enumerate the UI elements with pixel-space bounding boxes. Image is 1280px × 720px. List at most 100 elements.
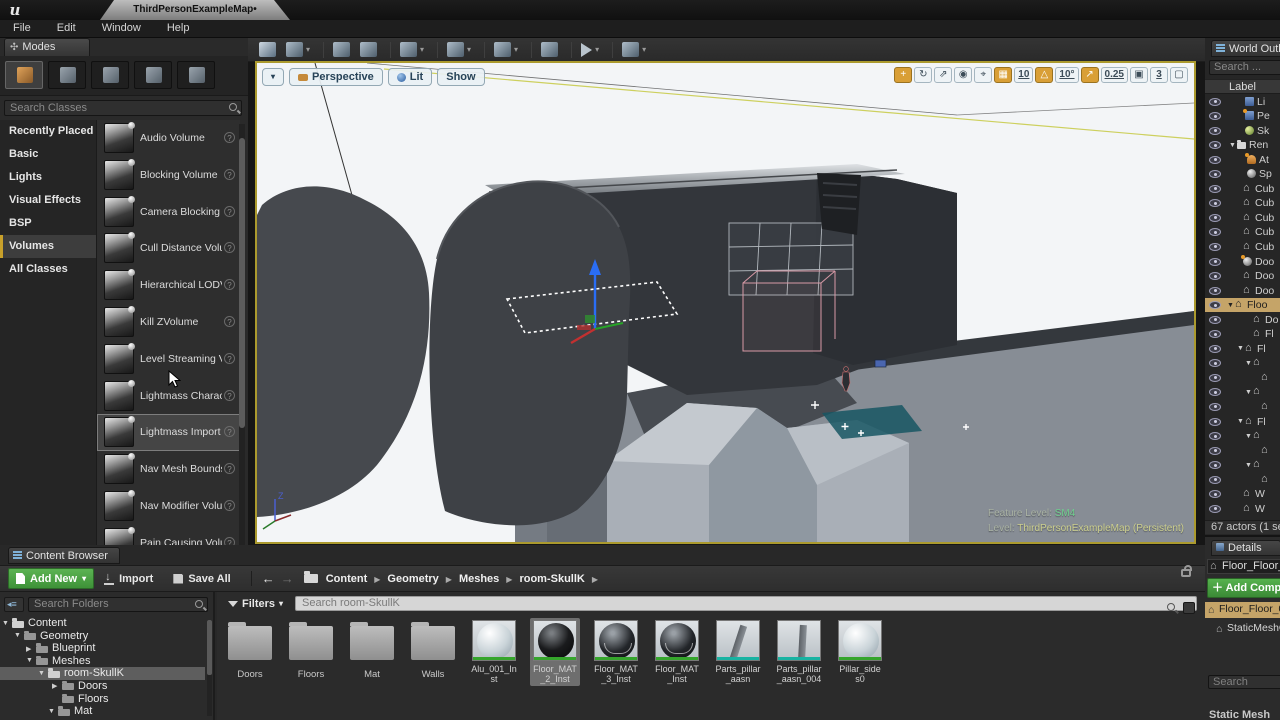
asset-Alu_001_Inst[interactable]: Alu_001_Inst	[469, 618, 519, 686]
volumes-scrollbar[interactable]	[239, 124, 245, 545]
asset-Floor_MAT_3_Inst[interactable]: Floor_MAT_3_Inst	[591, 618, 641, 686]
category-bsp[interactable]: BSP	[0, 212, 96, 235]
menu-item-help[interactable]: Help	[154, 20, 203, 36]
visibility-eye-icon[interactable]	[1209, 374, 1221, 382]
scale-tool-button[interactable]: ⇗	[934, 67, 952, 83]
outliner-label-column-header[interactable]: Label	[1205, 79, 1280, 94]
cinematics-button[interactable]: ▾	[491, 40, 521, 59]
outliner-row[interactable]: Pe	[1205, 109, 1280, 124]
menu-item-file[interactable]: File	[0, 20, 44, 36]
volume-item[interactable]: Blocking Volume?	[97, 157, 240, 194]
visibility-eye-icon[interactable]	[1209, 156, 1221, 164]
outliner-row[interactable]: Doo	[1205, 254, 1280, 269]
folder-tree-item-room-skullk[interactable]: ▼room-SkullK	[0, 667, 205, 680]
asset-Parts_pillar_aasn_004[interactable]: Parts_pillar_aasn_004	[774, 618, 824, 686]
content-browser-button[interactable]	[330, 40, 353, 59]
landscape-mode-tab[interactable]	[91, 61, 129, 89]
outliner-row[interactable]: ▼⌂	[1205, 458, 1280, 473]
visibility-eye-icon[interactable]	[1209, 476, 1221, 484]
outliner-row[interactable]: ⌂Doo	[1205, 283, 1280, 298]
menu-item-window[interactable]: Window	[89, 20, 154, 36]
visibility-eye-icon[interactable]	[1209, 432, 1221, 440]
expand-arrow-icon[interactable]: ▼	[1245, 462, 1252, 469]
add-new-button[interactable]: Add New▾	[8, 568, 94, 589]
blue-box-prop[interactable]	[875, 360, 886, 367]
outliner-row[interactable]: ⌂Cub	[1205, 239, 1280, 254]
visibility-eye-icon[interactable]	[1209, 301, 1221, 309]
visibility-eye-icon[interactable]	[1209, 403, 1221, 411]
add-component-button[interactable]: ＋ Add Compo	[1207, 578, 1280, 598]
visibility-eye-icon[interactable]	[1209, 447, 1221, 455]
world-local-toggle[interactable]: ◉	[954, 67, 972, 83]
expand-arrow-icon[interactable]: ▶	[52, 682, 57, 690]
rotate-tool-button[interactable]: ↻	[914, 67, 932, 83]
category-lights[interactable]: Lights	[0, 166, 96, 189]
outliner-row[interactable]: ⌂Cub	[1205, 196, 1280, 211]
rotation-snap-value[interactable]: 10°	[1055, 67, 1078, 83]
expand-arrow-icon[interactable]: ▼	[1245, 433, 1252, 440]
import-button[interactable]: Import	[94, 568, 163, 589]
perspective-button[interactable]: Perspective	[289, 68, 383, 86]
folder-tree-item-mat[interactable]: ▼Mat	[0, 705, 205, 718]
asset-Floor_MAT_2_Inst[interactable]: Floor_MAT_2_Inst	[530, 618, 580, 686]
breadcrumb-item-geometry[interactable]: Geometry	[383, 573, 442, 585]
view-options-button[interactable]	[1183, 602, 1195, 614]
visibility-eye-icon[interactable]	[1209, 272, 1221, 280]
volume-item[interactable]: Audio Volume?	[97, 120, 240, 157]
outliner-row[interactable]: ⌂	[1205, 472, 1280, 487]
viewport[interactable]: Z ▾ Perspective Lit Show + ↻ ⇗ ◉ ⌖ ▦ 10 …	[255, 61, 1196, 544]
outliner-row[interactable]: ⌂Cub	[1205, 225, 1280, 240]
outliner-row[interactable]: ⌂Do	[1205, 312, 1280, 327]
geometry-mode-tab[interactable]	[177, 61, 215, 89]
visibility-eye-icon[interactable]	[1209, 214, 1221, 222]
root-component-row[interactable]: ⌂Floor_Floor_0	[1205, 602, 1280, 618]
category-volumes[interactable]: Volumes	[0, 235, 96, 258]
volume-item[interactable]: Pain Causing Volu?	[97, 525, 240, 545]
outliner-row[interactable]: ⌂Cub	[1205, 181, 1280, 196]
save-button[interactable]	[256, 40, 279, 59]
show-button[interactable]: Show	[437, 68, 484, 86]
search-folders-input[interactable]: Search Folders	[28, 597, 208, 612]
asset-folder-floors[interactable]: Floors	[286, 618, 336, 686]
visibility-eye-icon[interactable]	[1209, 199, 1221, 207]
visibility-eye-icon[interactable]	[1209, 185, 1221, 193]
settings-button[interactable]: ▾	[397, 40, 427, 59]
modes-tab[interactable]: ✣Modes	[4, 38, 90, 56]
visibility-eye-icon[interactable]	[1209, 418, 1221, 426]
asset-Floor_MAT_Inst[interactable]: Floor_MAT_Inst	[652, 618, 702, 686]
expand-arrow-icon[interactable]: ▼	[2, 620, 9, 627]
outliner-row[interactable]: ⌂Doo	[1205, 269, 1280, 284]
expand-arrow-icon[interactable]: ▶	[26, 645, 31, 653]
expand-arrow-icon[interactable]: ▼	[1237, 345, 1244, 352]
details-search-input[interactable]: Search	[1208, 675, 1280, 689]
marketplace-button[interactable]	[357, 40, 380, 59]
volume-item[interactable]: Nav Mesh Bounds?	[97, 451, 240, 488]
viewport-options-button[interactable]: ▾	[262, 68, 284, 86]
folder-tree-item-meshes[interactable]: ▼Meshes	[0, 655, 205, 668]
expand-arrow-icon[interactable]: ▼	[1245, 389, 1252, 396]
visibility-eye-icon[interactable]	[1209, 330, 1221, 338]
outliner-row[interactable]: ⌂W	[1205, 501, 1280, 516]
asset-folder-walls[interactable]: Walls	[408, 618, 458, 686]
outliner-row[interactable]: ⌂Cub	[1205, 210, 1280, 225]
search-assets-input[interactable]: Search room-SkullK	[295, 596, 1197, 611]
back-arrow-button[interactable]: ←	[262, 571, 275, 586]
filters-button[interactable]: Filters▾	[222, 598, 289, 610]
search-classes-input[interactable]: Search Classes	[4, 100, 242, 116]
visibility-eye-icon[interactable]	[1209, 141, 1221, 149]
visibility-eye-icon[interactable]	[1209, 170, 1221, 178]
breadcrumb-item-room-skullk[interactable]: room-SkullK	[515, 573, 588, 585]
visibility-eye-icon[interactable]	[1209, 112, 1221, 120]
visibility-eye-icon[interactable]	[1209, 243, 1221, 251]
grid-snap-value[interactable]: 10	[1014, 67, 1033, 83]
folder-tree-item-blueprint[interactable]: ▶Blueprint	[0, 642, 205, 655]
expand-arrow-icon[interactable]: ▼	[1245, 360, 1252, 367]
outliner-row[interactable]: ▼⌂	[1205, 356, 1280, 371]
visibility-eye-icon[interactable]	[1209, 359, 1221, 367]
asset-Parts_pillar_aasn[interactable]: Parts_pillar_aasn	[713, 618, 763, 686]
outliner-row[interactable]: ⌂Fl	[1205, 327, 1280, 342]
scale-snap-value[interactable]: 0.25	[1101, 67, 1128, 83]
translate-tool-button[interactable]: +	[894, 67, 912, 83]
visibility-eye-icon[interactable]	[1209, 258, 1221, 266]
asset-folder-doors[interactable]: Doors	[225, 618, 275, 686]
